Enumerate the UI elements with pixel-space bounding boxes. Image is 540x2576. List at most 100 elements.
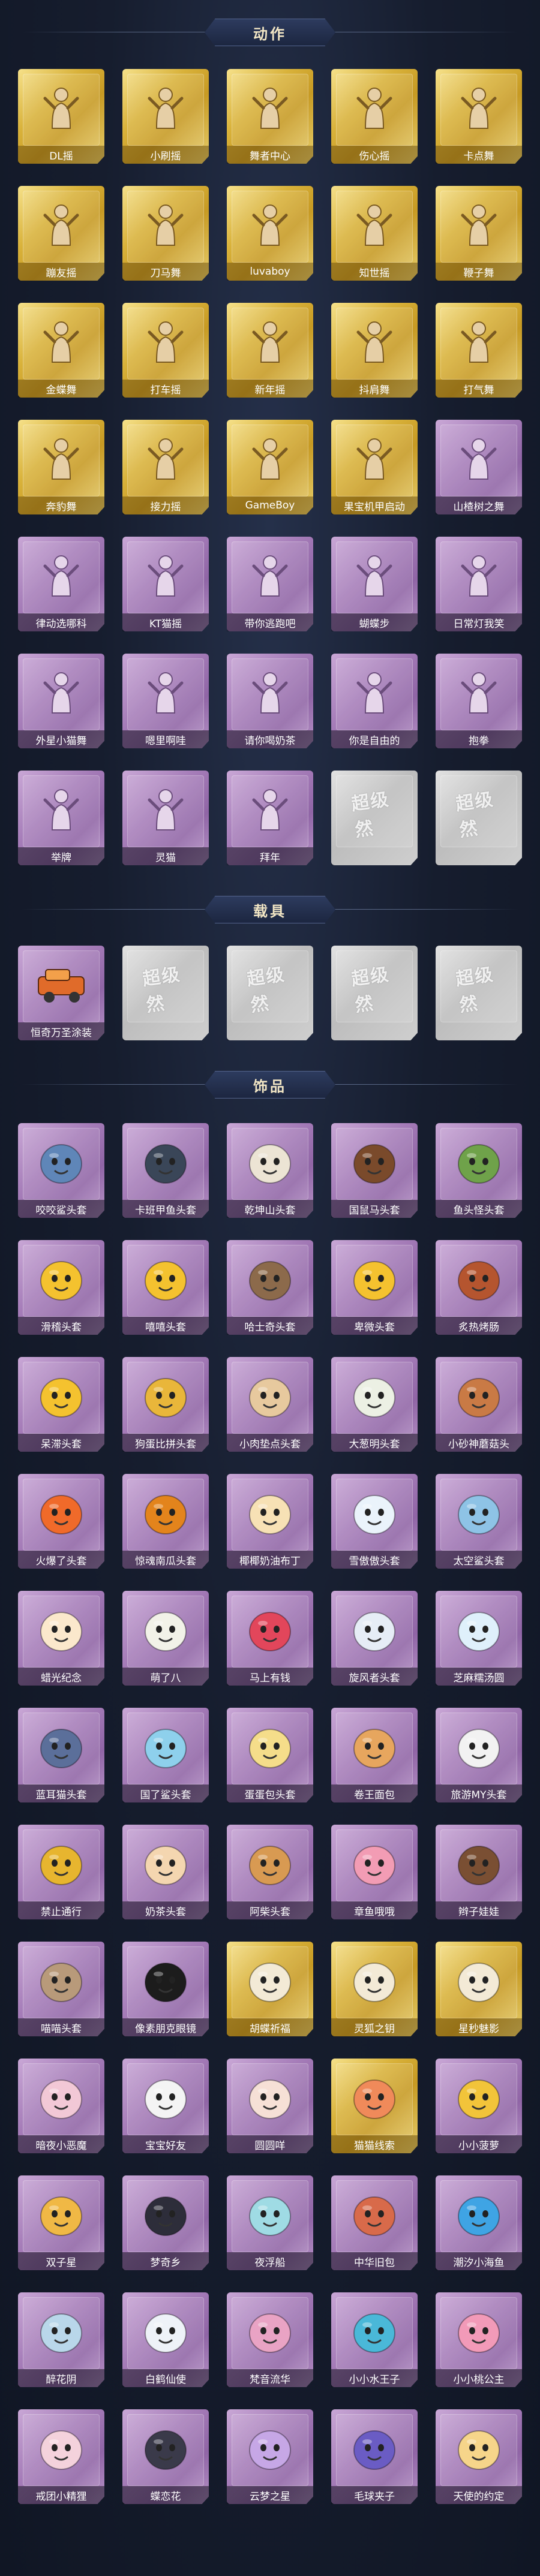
item-card[interactable]: 带你逃跑吧 xyxy=(227,537,313,631)
item-card[interactable]: 雪傲傲头套 xyxy=(331,1474,418,1569)
item-card[interactable]: 梵音流华 xyxy=(227,2292,313,2387)
item-card[interactable]: 举牌 xyxy=(18,771,104,865)
item-card[interactable]: 卡班甲鱼头套 xyxy=(122,1123,209,1218)
item-card[interactable]: 呆滞头套 xyxy=(18,1357,104,1452)
item-card[interactable]: 嘻嘻头套 xyxy=(122,1240,209,1335)
item-card[interactable]: 新年摇 xyxy=(227,303,313,398)
item-card[interactable]: 蜡光纪念 xyxy=(18,1591,104,1686)
item-card[interactable]: 梦奇乡 xyxy=(122,2175,209,2270)
item-card[interactable]: 鱼头怪头套 xyxy=(436,1123,522,1218)
item-card[interactable]: 小砂神蘑菇头 xyxy=(436,1357,522,1452)
item-card[interactable]: 超级然 xyxy=(331,946,418,1040)
item-card[interactable]: 中华旧包 xyxy=(331,2175,418,2270)
item-card[interactable]: 萌了八 xyxy=(122,1591,209,1686)
item-card[interactable]: 蝴蝶步 xyxy=(331,537,418,631)
item-card[interactable]: 炙热烤肠 xyxy=(436,1240,522,1335)
item-card[interactable]: 双子星 xyxy=(18,2175,104,2270)
item-card[interactable]: 国了鲨头套 xyxy=(122,1708,209,1802)
item-card[interactable]: 小小水王子 xyxy=(331,2292,418,2387)
item-card[interactable]: 恒奇万圣涂装 xyxy=(18,946,104,1040)
item-card[interactable]: 蓝耳猫头套 xyxy=(18,1708,104,1802)
item-card[interactable]: 旋风者头套 xyxy=(331,1591,418,1686)
item-card[interactable]: 卷王面包 xyxy=(331,1708,418,1802)
item-card[interactable]: 小刷摇 xyxy=(122,69,209,164)
item-card[interactable]: 喵喵头套 xyxy=(18,1942,104,2036)
item-card[interactable]: 小肉垫点头套 xyxy=(227,1357,313,1452)
item-card[interactable]: 拜年 xyxy=(227,771,313,865)
item-card[interactable]: 惊魂南瓜头套 xyxy=(122,1474,209,1569)
item-card[interactable]: 胡蝶祈福 xyxy=(227,1942,313,2036)
item-card[interactable]: 暗夜小恶魔 xyxy=(18,2059,104,2153)
item-card[interactable]: 律动选哪科 xyxy=(18,537,104,631)
item-card[interactable]: 抖肩舞 xyxy=(331,303,418,398)
item-card[interactable]: 椰椰奶油布丁 xyxy=(227,1474,313,1569)
item-card[interactable]: 金蝶舞 xyxy=(18,303,104,398)
item-card[interactable]: 夜浮船 xyxy=(227,2175,313,2270)
item-card[interactable]: 卡点舞 xyxy=(436,69,522,164)
item-card[interactable]: 星秒魅影 xyxy=(436,1942,522,2036)
item-card[interactable]: 宝宝好友 xyxy=(122,2059,209,2153)
item-card[interactable]: 像素朋克眼镜 xyxy=(122,1942,209,2036)
item-card[interactable]: 阿柴头套 xyxy=(227,1825,313,1919)
item-card[interactable]: 咬咬鲨头套 xyxy=(18,1123,104,1218)
item-card[interactable]: 旅游MY头套 xyxy=(436,1708,522,1802)
item-card[interactable]: 超级然 xyxy=(122,946,209,1040)
item-card[interactable]: 你是自由的 xyxy=(331,654,418,748)
item-card[interactable]: 毛球夹子 xyxy=(331,2409,418,2504)
item-card[interactable]: 芝麻糯汤圆 xyxy=(436,1591,522,1686)
item-card[interactable]: 潮汐小海鱼 xyxy=(436,2175,522,2270)
item-card[interactable]: 打车摇 xyxy=(122,303,209,398)
item-card[interactable]: 打气舞 xyxy=(436,303,522,398)
item-card[interactable]: 小小菠萝 xyxy=(436,2059,522,2153)
item-card[interactable]: 接力摇 xyxy=(122,420,209,514)
item-card[interactable]: 鞭子舞 xyxy=(436,186,522,281)
item-card[interactable]: 超级然 xyxy=(227,946,313,1040)
item-card[interactable]: KT猫摇 xyxy=(122,537,209,631)
item-card[interactable]: 火爆了头套 xyxy=(18,1474,104,1569)
item-card[interactable]: 灵猫 xyxy=(122,771,209,865)
item-card[interactable]: 圆圆咩 xyxy=(227,2059,313,2153)
item-card[interactable]: 超级然 xyxy=(331,771,418,865)
item-card[interactable]: 马上有钱 xyxy=(227,1591,313,1686)
item-card[interactable]: 蝶恋花 xyxy=(122,2409,209,2504)
item-card[interactable]: 禁止通行 xyxy=(18,1825,104,1919)
item-card[interactable]: 白鹤仙使 xyxy=(122,2292,209,2387)
item-card[interactable]: 大葱明头套 xyxy=(331,1357,418,1452)
item-card[interactable]: 嗯里啊哇 xyxy=(122,654,209,748)
item-card[interactable]: luvaboy xyxy=(227,186,313,281)
item-card[interactable]: 知世摇 xyxy=(331,186,418,281)
item-card[interactable]: 哈士奇头套 xyxy=(227,1240,313,1335)
item-card[interactable]: 天使的约定 xyxy=(436,2409,522,2504)
item-card[interactable]: 奔豹舞 xyxy=(18,420,104,514)
item-card[interactable]: 卑微头套 xyxy=(331,1240,418,1335)
item-card[interactable]: 国鼠马头套 xyxy=(331,1123,418,1218)
item-card[interactable]: 章鱼哦哦 xyxy=(331,1825,418,1919)
item-card[interactable]: 云梦之星 xyxy=(227,2409,313,2504)
item-card[interactable]: 请你喝奶茶 xyxy=(227,654,313,748)
item-card[interactable]: 狗蛋比拼头套 xyxy=(122,1357,209,1452)
item-card[interactable]: 醉花阴 xyxy=(18,2292,104,2387)
item-card[interactable]: 山楂树之舞 xyxy=(436,420,522,514)
item-card[interactable]: 戒团小精狸 xyxy=(18,2409,104,2504)
item-card[interactable]: 伤心摇 xyxy=(331,69,418,164)
item-card[interactable]: 超级然 xyxy=(436,946,522,1040)
item-card[interactable]: DL摇 xyxy=(18,69,104,164)
item-card[interactable]: 果宝机甲启动 xyxy=(331,420,418,514)
item-card[interactable]: 太空鲨头套 xyxy=(436,1474,522,1569)
item-card[interactable]: 猫猫线索 xyxy=(331,2059,418,2153)
item-card[interactable]: 蹦友摇 xyxy=(18,186,104,281)
item-card[interactable]: 刀马舞 xyxy=(122,186,209,281)
item-card[interactable]: 舞者中心 xyxy=(227,69,313,164)
item-card[interactable]: 滑稽头套 xyxy=(18,1240,104,1335)
item-card[interactable]: 超级然 xyxy=(436,771,522,865)
item-card[interactable]: 灵狐之钥 xyxy=(331,1942,418,2036)
item-card[interactable]: 蛋蛋包头套 xyxy=(227,1708,313,1802)
item-card[interactable]: 外星小猫舞 xyxy=(18,654,104,748)
item-card[interactable]: 小小桃公主 xyxy=(436,2292,522,2387)
item-card[interactable]: 日常灯我笑 xyxy=(436,537,522,631)
item-card[interactable]: 辫子娃娃 xyxy=(436,1825,522,1919)
item-card[interactable]: 乾坤山头套 xyxy=(227,1123,313,1218)
item-card[interactable]: 抱拳 xyxy=(436,654,522,748)
item-card[interactable]: 奶茶头套 xyxy=(122,1825,209,1919)
item-card[interactable]: GameBoy xyxy=(227,420,313,514)
